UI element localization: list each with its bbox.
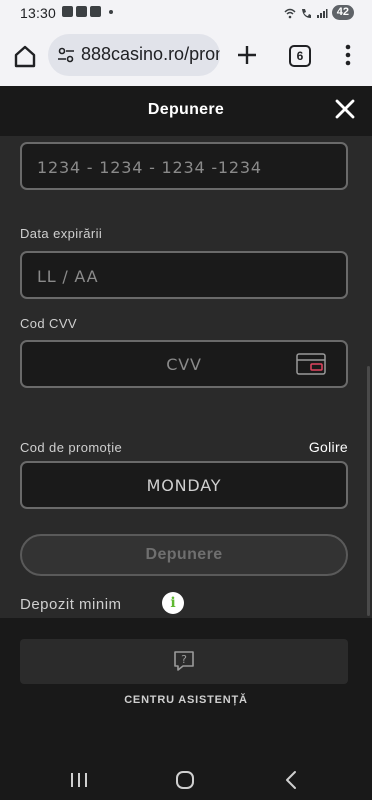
promo-code-field[interactable]: MONDAY <box>20 461 348 509</box>
card-number-placeholder: 1234 - 1234 - 1234 -1234 <box>37 158 262 177</box>
teams-icon <box>90 6 101 17</box>
expiry-label: Data expirării <box>20 226 103 241</box>
help-chat-icon: ? <box>174 651 194 671</box>
system-icons: 42 <box>284 5 354 20</box>
screenshot-icon <box>62 6 73 17</box>
signal-icon <box>316 8 328 18</box>
expiry-placeholder: LL / AA <box>37 267 99 286</box>
expiry-field[interactable]: LL / AA <box>20 251 348 299</box>
svg-text:?: ? <box>181 653 187 666</box>
home-nav-icon[interactable] <box>173 770 197 790</box>
close-icon[interactable] <box>334 98 356 120</box>
info-icon[interactable]: i <box>162 592 184 614</box>
cvv-label: Cod CVV <box>20 316 77 331</box>
more-notifications-icon <box>109 9 113 14</box>
tab-switcher-button[interactable]: 6 <box>289 45 311 67</box>
browser-toolbar: 888casino.ro/prom 6 <box>0 26 372 86</box>
deposit-submit-button[interactable]: Depunere <box>20 534 348 576</box>
scrollbar[interactable] <box>367 366 370 616</box>
support-label[interactable]: CENTRU ASISTENȚĂ <box>0 694 372 706</box>
call-icon <box>301 8 311 18</box>
card-number-field[interactable]: 1234 - 1234 - 1234 -1234 <box>20 142 348 190</box>
deposit-form: 1234 - 1234 - 1234 -1234 Data expirării … <box>0 136 372 618</box>
new-tab-icon[interactable] <box>232 40 262 70</box>
promo-clear-link[interactable]: Golire <box>309 439 348 455</box>
recent-apps-icon[interactable] <box>67 770 91 790</box>
promo-label: Cod de promoție <box>20 440 123 455</box>
mail-icon <box>76 6 87 17</box>
modal-header: Depunere <box>0 86 372 136</box>
promo-code-value: MONDAY <box>146 476 222 495</box>
min-deposit-label: Depozit minim <box>20 596 122 613</box>
cvv-field[interactable]: CVV <box>20 340 348 388</box>
more-options-icon[interactable] <box>338 40 358 70</box>
support-button[interactable]: ? <box>20 639 348 684</box>
notification-icons <box>62 6 113 17</box>
site-settings-icon[interactable] <box>56 45 76 65</box>
status-time: 13:30 <box>20 5 57 21</box>
wifi-icon <box>284 8 296 18</box>
modal-title: Depunere <box>147 101 225 118</box>
home-icon[interactable] <box>10 41 40 71</box>
credit-card-icon <box>296 353 326 375</box>
battery-indicator: 42 <box>331 5 354 20</box>
address-bar[interactable]: 888casino.ro/prom <box>48 34 220 76</box>
support-section: ? CENTRU ASISTENȚĂ <box>0 618 372 758</box>
status-bar: 13:30 42 <box>0 0 372 26</box>
system-nav-bar <box>0 758 372 800</box>
url-text: 888casino.ro/prom <box>81 44 220 64</box>
back-icon[interactable] <box>280 770 304 790</box>
